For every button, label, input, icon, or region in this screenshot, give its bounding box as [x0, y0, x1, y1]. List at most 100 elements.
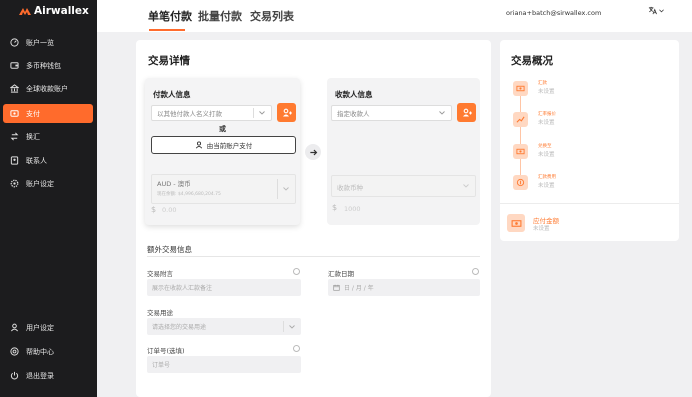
purpose-label: 交易用途	[147, 309, 173, 317]
chevron-down-icon	[439, 111, 445, 115]
divider	[277, 179, 278, 199]
divider	[283, 321, 284, 332]
sidebar-item-label: 换汇	[26, 132, 40, 141]
add-user-icon	[462, 108, 472, 116]
payer-amount-symbol: $	[151, 205, 157, 214]
sidebar-item-global-accounts[interactable]: 全球收款账户	[3, 79, 93, 98]
purpose-select[interactable]: 请选择您的交易用途	[147, 318, 301, 335]
payee-amount-symbol: $	[332, 203, 338, 212]
add-payer-button[interactable]	[277, 103, 296, 122]
extra-info-title: 额外交易信息	[147, 245, 192, 254]
info-icon	[472, 268, 479, 275]
add-user-icon	[282, 108, 292, 116]
step-label: 汇款	[538, 81, 547, 86]
sidebar-item-payments[interactable]: 支付	[3, 104, 93, 123]
or-label: 或	[219, 125, 226, 133]
tab-transaction-list[interactable]: 交易列表	[250, 8, 294, 24]
sidebar-item-exchange[interactable]: 换汇	[3, 127, 93, 146]
top-bar: 单笔付款 批量付款 交易列表 oriana+batch@sirwallex.co…	[97, 0, 692, 32]
pay-self-label: 由当前账户支付	[206, 142, 253, 150]
trend-icon	[513, 112, 528, 127]
sidebar-item-help[interactable]: 帮助中心	[3, 342, 93, 361]
step-value: 未设置	[538, 183, 555, 189]
fee-icon	[513, 175, 528, 190]
cash-icon	[513, 144, 528, 159]
user-icon	[9, 323, 19, 333]
step-value: 未设置	[538, 120, 555, 126]
payment-icon	[9, 109, 19, 119]
sidebar-item-label: 支付	[26, 109, 40, 118]
sidebar-item-account-settings[interactable]: 账户设定	[3, 174, 93, 193]
chevron-down-icon	[283, 187, 289, 191]
sidebar: Airwallex 账户一览 多币种钱包 全球收款账户 支付 换汇 联系人 账户…	[0, 0, 97, 397]
sidebar-item-dashboard[interactable]: 账户一览	[3, 33, 93, 52]
user-icon	[195, 141, 202, 149]
add-payee-button[interactable]	[457, 103, 476, 122]
pay-from-current-account-button[interactable]: 由当前账户支付	[151, 136, 296, 154]
sidebar-item-label: 用户设定	[26, 323, 54, 332]
sidebar-item-label: 联系人	[26, 156, 47, 165]
calendar-icon	[333, 284, 340, 291]
active-tab-indicator	[149, 29, 185, 31]
sidebar-item-contacts[interactable]: 联系人	[3, 151, 93, 170]
step-value: 未设置	[538, 152, 555, 158]
cash-icon	[507, 214, 525, 232]
sidebar-item-label: 帮助中心	[26, 347, 54, 356]
transaction-details-card: 交易详情 付款人信息 以其他付款人名义打款 或 由当前账户支付 AUD - 澳币…	[136, 40, 491, 397]
brand-logo[interactable]: Airwallex	[19, 5, 89, 17]
tab-batch-payment[interactable]: 批量付款	[198, 8, 242, 24]
bank-icon	[9, 84, 19, 94]
user-email[interactable]: oriana+batch@sirwallex.com	[506, 9, 601, 17]
date-label: 汇款日期	[328, 270, 354, 278]
payer-balance: 现在余额: $4,996,680,204.75	[157, 192, 221, 197]
step-label: 兑换至	[538, 144, 552, 149]
sidebar-item-label: 账户设定	[26, 179, 54, 188]
tab-single-payment[interactable]: 单笔付款	[148, 8, 192, 24]
wallet-icon	[9, 61, 19, 71]
payer-panel: 付款人信息 以其他付款人名义打款 或 由当前账户支付 AUD - 澳币 现在余额…	[145, 78, 300, 225]
cash-icon	[513, 81, 528, 96]
payer-select[interactable]: 以其他付款人名义打款	[151, 105, 272, 121]
sidebar-item-label: 退出登录	[26, 371, 54, 380]
logout-icon	[9, 371, 19, 381]
summary-title: 交易概况	[511, 55, 553, 67]
translate-icon	[648, 6, 657, 15]
sidebar-item-wallet[interactable]: 多币种钱包	[3, 56, 93, 75]
date-placeholder: 日 / 月 / 年	[344, 285, 374, 292]
remark-input[interactable]: 展示在收款人汇款备注	[147, 279, 301, 296]
step-label: 汇款费用	[538, 175, 556, 180]
chevron-down-icon	[259, 111, 265, 115]
divider	[147, 256, 480, 257]
timeline-line	[520, 95, 521, 183]
payee-currency-placeholder: 收款币种	[337, 184, 363, 192]
divider	[253, 108, 254, 118]
payer-select-placeholder: 以其他付款人名义打款	[157, 110, 222, 118]
page-title: 交易详情	[148, 55, 190, 67]
settings-icon	[9, 179, 19, 189]
info-icon	[293, 345, 300, 352]
payee-select-placeholder: 指定收款人	[337, 110, 370, 118]
payee-title: 收款人信息	[335, 90, 373, 99]
contacts-icon	[9, 156, 19, 166]
payee-currency-select[interactable]: 收款币种	[331, 175, 476, 197]
brand-name: Airwallex	[34, 5, 89, 17]
payer-currency-select[interactable]: AUD - 澳币 现在余额: $4,996,680,204.75	[151, 174, 296, 204]
purpose-placeholder: 请选择您的交易用途	[152, 324, 207, 331]
sidebar-item-logout[interactable]: 退出登录	[3, 366, 93, 385]
arrow-right-icon	[305, 144, 321, 160]
sidebar-item-label: 账户一览	[26, 38, 54, 47]
dashboard-icon	[9, 38, 19, 48]
chevron-down-icon	[463, 184, 469, 188]
order-input[interactable]: 订单号	[147, 356, 301, 373]
divider	[500, 203, 679, 204]
payee-panel: 收款人信息 指定收款人 收款币种 $ 1000	[327, 78, 480, 225]
language-switcher[interactable]	[648, 6, 664, 15]
order-label: 订单号(选填)	[147, 347, 185, 355]
exchange-icon	[9, 132, 19, 142]
payee-select[interactable]: 指定收款人	[331, 105, 452, 121]
payee-amount-input[interactable]: 1000	[344, 205, 361, 213]
payer-amount-input[interactable]: 0.00	[162, 206, 176, 214]
date-input[interactable]: 日 / 月 / 年	[328, 279, 480, 296]
sidebar-item-user-settings[interactable]: 用户设定	[3, 318, 93, 337]
remark-label: 交易附言	[147, 270, 173, 278]
